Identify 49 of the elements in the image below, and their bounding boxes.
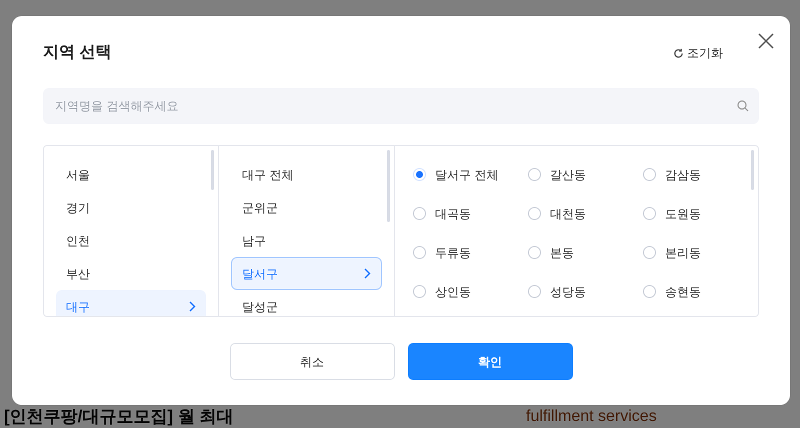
neighborhood-option[interactable]: 상인동 — [413, 282, 471, 300]
radio-button[interactable] — [528, 207, 541, 220]
neighborhood-option[interactable]: 본리동 — [643, 244, 701, 262]
neighborhood-option[interactable]: 달서구 전체 — [413, 166, 498, 184]
region-item[interactable]: 서울 — [56, 158, 206, 191]
radio-button[interactable] — [413, 168, 426, 181]
district-item[interactable]: 달서구 — [231, 257, 382, 290]
neighborhood-option[interactable]: 대천동 — [528, 204, 586, 222]
radio-button[interactable] — [643, 285, 656, 298]
district-item[interactable]: 남구 — [231, 224, 382, 257]
refresh-icon — [673, 48, 684, 58]
radio-button[interactable] — [528, 285, 541, 298]
radio-button[interactable] — [528, 168, 541, 181]
chevron-right-icon — [189, 301, 196, 312]
district-item[interactable]: 달성군 — [231, 290, 382, 316]
region-item[interactable]: 부산 — [56, 257, 206, 290]
neighborhood-option[interactable]: 도원동 — [643, 204, 701, 222]
district-item[interactable]: 군위군 — [231, 191, 382, 224]
search-field[interactable]: 지역명을 검색해주세요 — [43, 88, 759, 124]
neighborhood-option[interactable]: 감삼동 — [643, 166, 701, 184]
confirm-button[interactable]: 확인 — [408, 343, 572, 380]
neighborhood-option[interactable]: 두류동 — [413, 244, 471, 262]
radio-button[interactable] — [413, 207, 426, 220]
neighborhood-option[interactable]: 송현동 — [643, 282, 701, 300]
region-item[interactable]: 경기 — [56, 191, 206, 224]
reset-button[interactable]: 조기화 — [673, 44, 723, 62]
company-tagline: fulfillment services — [526, 406, 657, 426]
neighborhood-option[interactable]: 갈산동 — [528, 166, 586, 184]
neighborhood-option[interactable]: 성당동 — [528, 282, 586, 300]
radio-button[interactable] — [528, 246, 541, 259]
district-item[interactable]: 대구 전체 — [231, 158, 382, 191]
neighborhood-option[interactable]: 본동 — [528, 244, 574, 262]
scrollbar[interactable] — [751, 150, 754, 190]
dialog-title: 지역 선택 — [43, 43, 112, 63]
radio-button[interactable] — [643, 168, 656, 181]
region-item[interactable]: 인천 — [56, 224, 206, 257]
search-icon — [737, 100, 749, 112]
region-item[interactable]: 대구 — [56, 290, 206, 316]
radio-button[interactable] — [413, 285, 426, 298]
radio-button[interactable] — [643, 207, 656, 220]
scrollbar[interactable] — [211, 150, 214, 190]
cancel-button[interactable]: 취소 — [230, 343, 394, 380]
job-headline: [인천쿠팡/대규모모집] 월 최대 — [3, 406, 234, 428]
radio-button[interactable] — [413, 246, 426, 259]
close-icon[interactable] — [758, 33, 774, 49]
chevron-right-icon — [364, 268, 371, 279]
neighborhood-option[interactable]: 대곡동 — [413, 204, 471, 222]
scrollbar[interactable] — [387, 150, 390, 222]
radio-button[interactable] — [643, 246, 656, 259]
